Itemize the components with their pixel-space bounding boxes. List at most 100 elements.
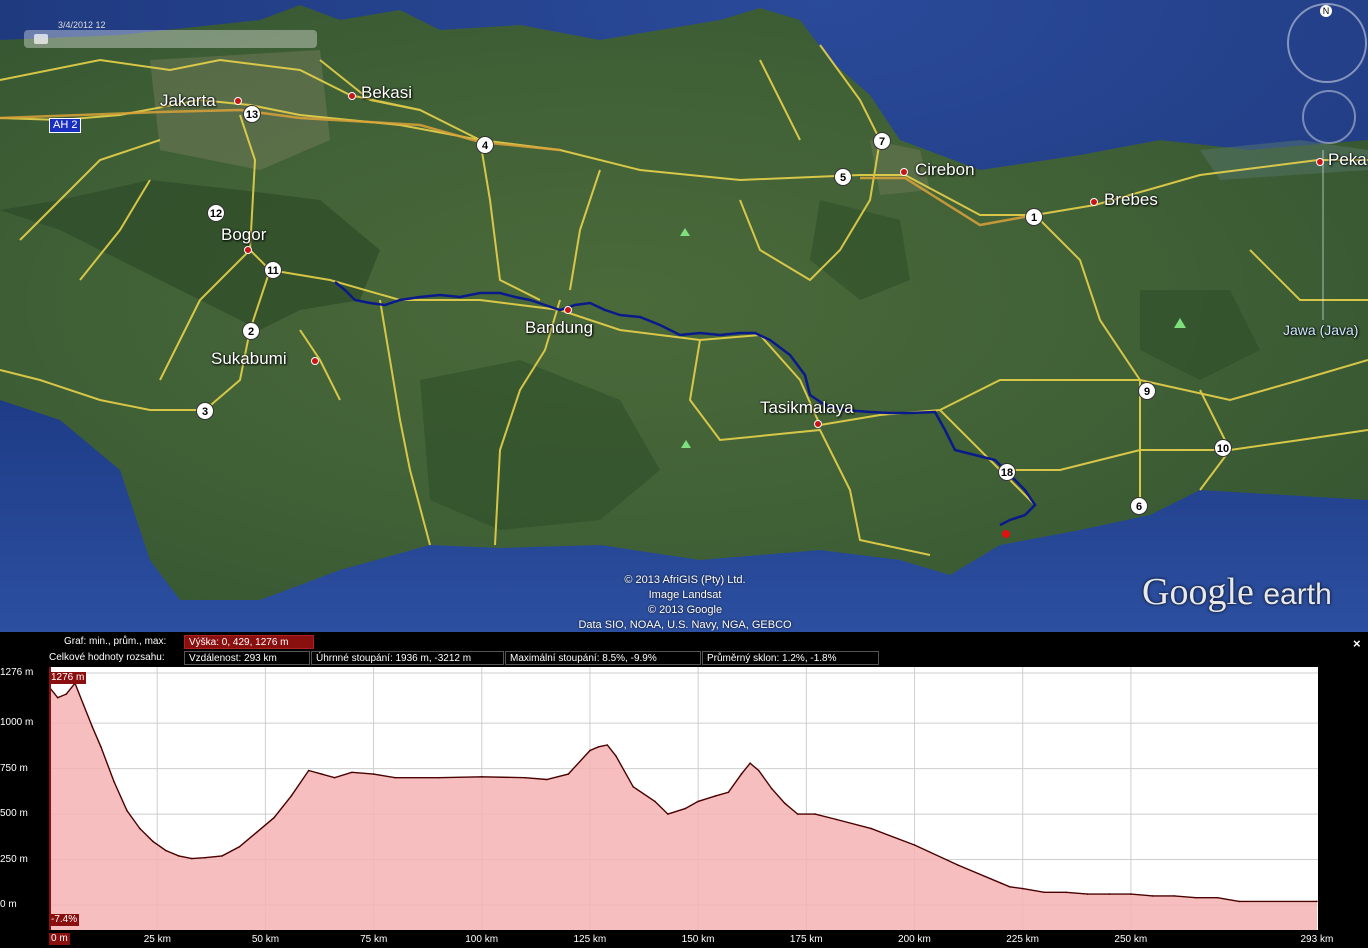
range-label: Celkové hodnoty rozsahu: — [49, 652, 165, 663]
zoom-slider[interactable] — [1322, 150, 1334, 320]
y-tick-label: 1276 m — [0, 667, 34, 678]
elevation-point — [589, 749, 591, 752]
logo-suffix: earth — [1263, 578, 1332, 611]
elevation-point — [481, 776, 483, 778]
city-label-bogor[interactable]: Bogor — [221, 225, 266, 245]
region-label-java: Jawa (Java) — [1283, 322, 1359, 338]
road-shield: 11 — [264, 261, 282, 279]
elevation-point — [1238, 900, 1240, 903]
x-tick-label: 175 km — [789, 934, 823, 945]
x-tick-label: 250 km — [1114, 934, 1148, 945]
road-shield: 18 — [998, 463, 1016, 481]
elevation-chart-svg — [48, 667, 1318, 930]
elevation-chart[interactable] — [48, 667, 1318, 930]
x-tick-label: 225 km — [1006, 934, 1040, 945]
elevation-point — [697, 800, 699, 803]
city-label-brebes[interactable]: Brebes — [1104, 190, 1158, 210]
road-shield: 4 — [476, 136, 494, 154]
y-tick-label: 750 m — [0, 762, 28, 774]
road-shield: 2 — [242, 322, 260, 340]
elevation-point — [255, 831, 258, 834]
elevation-point — [615, 755, 617, 757]
elevation-area — [49, 683, 1317, 930]
elevation-point — [545, 778, 548, 781]
logo-text: Google — [1142, 571, 1254, 613]
road-shield: 3 — [196, 402, 214, 420]
city-label-cirebon[interactable]: Cirebon — [915, 160, 975, 180]
elevation-point — [238, 846, 241, 848]
max-slope-stat: Maximální stoupání: 8.5%, -9.9% — [505, 651, 701, 665]
elevation-point — [814, 813, 816, 815]
elevation-point — [957, 864, 959, 866]
elevation-point — [1065, 891, 1067, 894]
road-shield: 6 — [1130, 497, 1148, 515]
elevation-point — [1008, 886, 1011, 888]
elevation-point — [1086, 893, 1089, 895]
city-label-tasikmalaya[interactable]: Tasikmalaya — [760, 398, 854, 418]
elevation-point — [82, 704, 85, 706]
cursor-distance-tag: 0 m — [49, 933, 70, 945]
elevation-point — [597, 746, 600, 748]
elevation-point — [307, 769, 310, 772]
compass-control[interactable]: N — [1287, 3, 1367, 83]
time-slider-label: 3/4/2012 12 — [58, 20, 106, 30]
x-tick-label: 25 km — [143, 934, 171, 945]
elevation-point — [654, 800, 656, 803]
time-slider[interactable]: 3/4/2012 12 — [24, 20, 317, 48]
look-control[interactable] — [1302, 90, 1356, 144]
city-label-sukabumi[interactable]: Sukabumi — [211, 349, 287, 369]
height-stats: Výška: 0, 429, 1276 m — [184, 635, 314, 649]
elevation-point — [372, 773, 375, 775]
elevation-point — [667, 813, 669, 815]
x-tick-label: 125 km — [573, 934, 607, 945]
route-end-marker[interactable] — [1002, 530, 1010, 538]
elevation-point — [204, 856, 206, 859]
close-icon[interactable]: × — [1353, 636, 1361, 651]
elevation-point — [139, 827, 141, 830]
elevation-point — [749, 762, 751, 764]
city-label-bekasi[interactable]: Bekasi — [361, 83, 412, 103]
elevation-point — [56, 696, 59, 699]
elevation-point — [1173, 895, 1175, 897]
highway-shield-ah2: AH 2 — [49, 118, 82, 133]
road-shield: 12 — [207, 204, 225, 222]
city-label-bandung[interactable]: Bandung — [525, 318, 593, 338]
y-tick-label: 250 m — [0, 853, 28, 865]
total-climb-stat: Úhrnné stoupání: 1936 m, -3212 m — [311, 651, 504, 665]
elevation-point — [835, 818, 838, 821]
north-icon[interactable]: N — [1320, 5, 1332, 17]
elevation-point — [1021, 887, 1024, 890]
elevation-point — [1000, 882, 1002, 884]
elevation-point — [165, 849, 167, 852]
copyright-line: © 2013 AfriGIS (Pty) Ltd. — [624, 574, 746, 586]
elevation-point — [740, 773, 743, 775]
cursor-slope-tag: -7.4% — [49, 914, 80, 926]
road-shield: 10 — [1214, 439, 1232, 457]
elevation-point — [65, 693, 68, 695]
graph-label: Graf: min., prům., max: — [64, 636, 167, 647]
avg-slope-stat: Průměrný sklon: 1.2%, -1.8% — [702, 651, 879, 665]
elevation-point — [796, 813, 799, 815]
elevation-point — [100, 746, 102, 748]
elevation-point — [1108, 893, 1111, 895]
map-copyright: © 2013 AfriGIS (Pty) Ltd. Image Landsat … — [560, 573, 810, 632]
y-tick-label: 500 m — [0, 808, 28, 820]
elevation-point — [273, 816, 275, 819]
elevation-point — [1316, 900, 1318, 903]
elevation-point — [632, 786, 634, 788]
elevation-point — [351, 771, 353, 774]
city-label-peka[interactable]: Peka — [1328, 150, 1367, 170]
elevation-point — [394, 776, 397, 779]
elevation-point — [606, 744, 609, 746]
road-shield: 9 — [1138, 382, 1156, 400]
satellite-map[interactable]: 3/4/2012 12 N Jakarta Bekasi Bogor Sukab… — [0, 0, 1368, 632]
elevation-point — [913, 844, 916, 846]
elevation-point — [870, 827, 873, 830]
city-label-jakarta[interactable]: Jakarta — [160, 91, 216, 111]
copyright-line: Image Landsat — [648, 589, 722, 601]
elevation-point — [757, 769, 760, 772]
elevation-point — [1216, 896, 1219, 899]
time-slider-knob[interactable] — [34, 34, 48, 44]
elevation-point — [152, 840, 154, 843]
elevation-point — [320, 773, 323, 775]
